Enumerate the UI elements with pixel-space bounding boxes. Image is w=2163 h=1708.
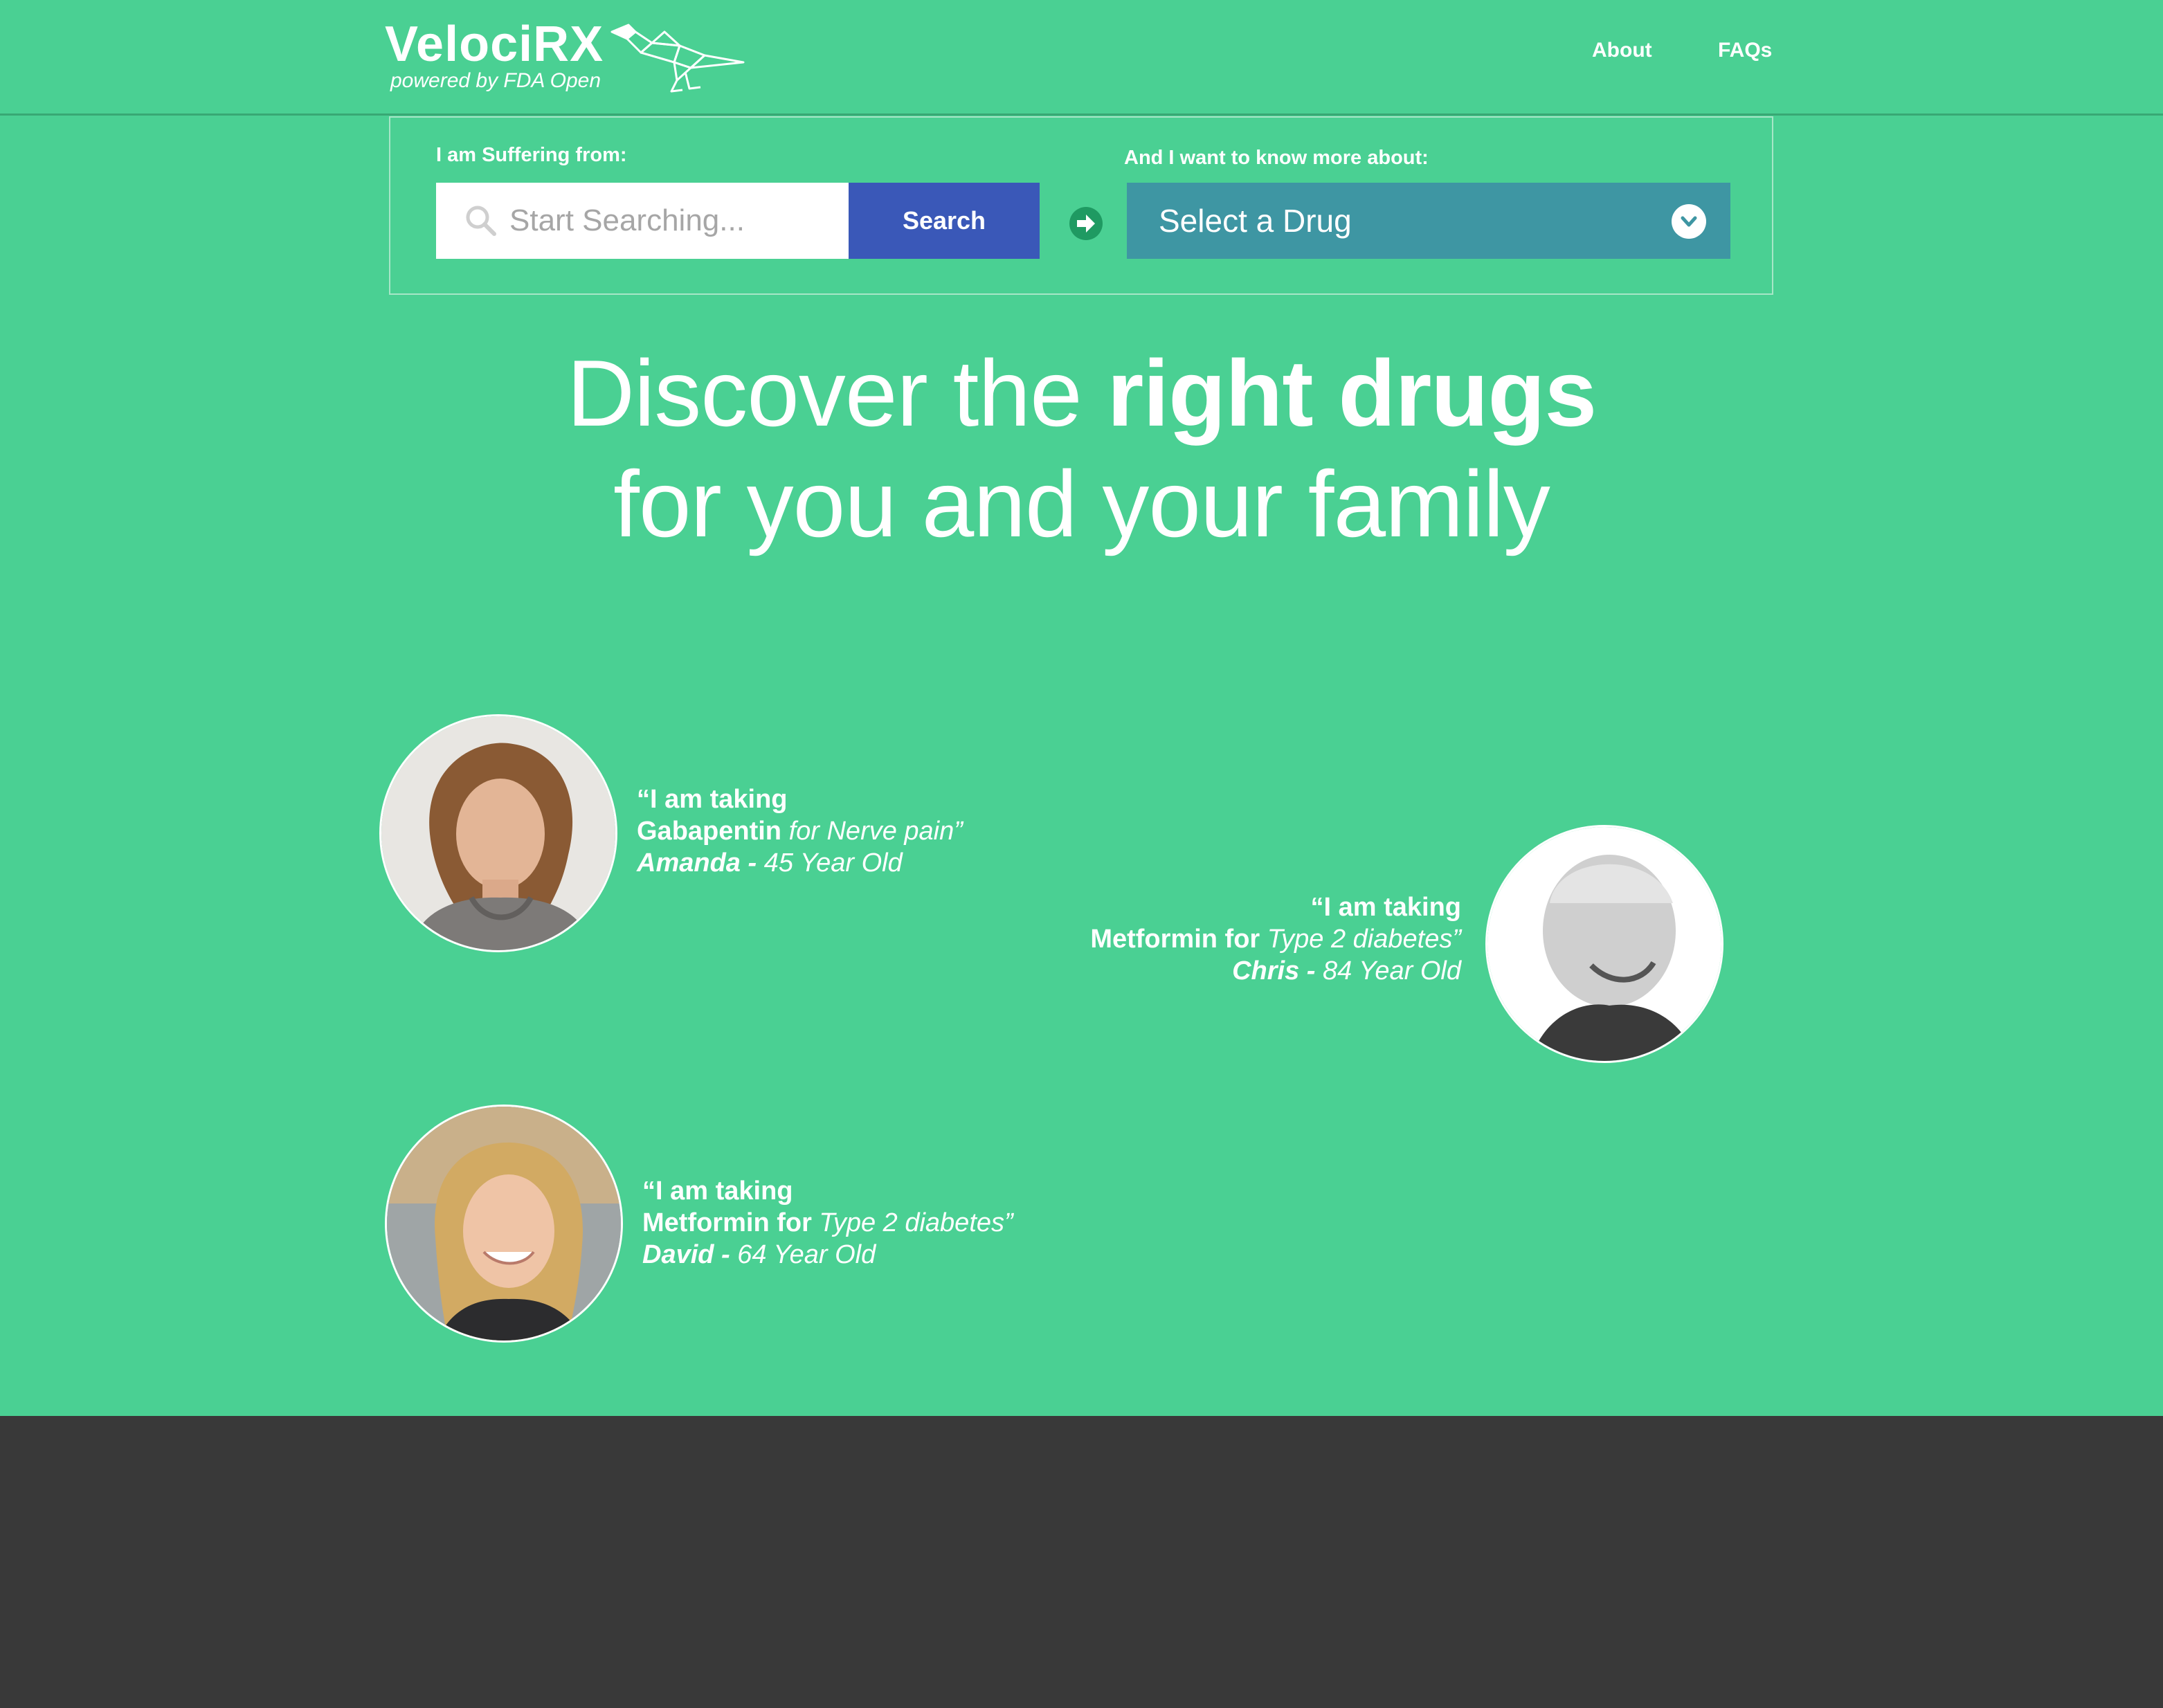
nav-about-link[interactable]: About: [1592, 39, 1652, 62]
drug-select-dropdown[interactable]: Select a Drug: [1127, 183, 1730, 259]
testimonial-avatar-amanda: [379, 714, 617, 952]
person-age: 45 Year Old: [757, 848, 903, 878]
drug-name: Metformin for: [642, 1208, 812, 1237]
site-header: VelociRX powered by FDA Open About FAQs: [0, 0, 2163, 116]
testimonial-quote-chris: “I am taking Metformin for Type 2 diabet…: [1090, 893, 1461, 985]
condition-text: for Nerve pain”: [781, 817, 963, 846]
page-footer: [0, 1416, 2163, 1708]
avatar-elderly-man-icon: [1487, 827, 1721, 1061]
person-name: Amanda -: [637, 848, 757, 878]
person-name: David -: [642, 1240, 730, 1269]
brand-tagline: powered by FDA Open: [390, 69, 601, 92]
testimonial-avatar-david: [385, 1105, 623, 1343]
suffering-from-label: I am Suffering from:: [436, 144, 627, 166]
search-button[interactable]: Search: [849, 183, 1040, 259]
testimonial-quote-amanda: “I am taking Gabapentin for Nerve pain” …: [637, 785, 963, 878]
brand-logo[interactable]: VelociRX powered by FDA Open: [385, 17, 604, 93]
person-age: 84 Year Old: [1315, 956, 1461, 985]
testimonial-avatar-chris: [1485, 825, 1723, 1063]
drug-name: Metformin for: [1090, 925, 1260, 954]
person-age: 64 Year Old: [730, 1240, 876, 1269]
search-icon: [466, 206, 496, 236]
chevron-down-icon: [1672, 204, 1706, 239]
search-field[interactable]: [436, 183, 849, 259]
condition-text: Type 2 diabetes”: [1260, 925, 1461, 954]
condition-text: Type 2 diabetes”: [811, 1208, 1013, 1237]
drug-name: Gabapentin: [637, 817, 782, 846]
avatar-woman-blonde-icon: [387, 1107, 621, 1341]
hero-line-2: for you and your family: [613, 451, 1550, 556]
testimonial-quote-david: “I am taking Metformin for Type 2 diabet…: [642, 1176, 1013, 1269]
brand-name: VelociRX: [385, 17, 604, 72]
hero-emphasis: right drugs: [1107, 340, 1597, 446]
hero-line-1: Discover the right drugs: [566, 340, 1597, 446]
person-name: Chris -: [1232, 956, 1316, 985]
drug-select-value: Select a Drug: [1159, 203, 1352, 239]
arrow-right-icon: [1069, 207, 1103, 240]
velociraptor-logo-icon: [610, 24, 745, 93]
avatar-woman-curly-hair-icon: [381, 716, 615, 950]
condition-search-input[interactable]: [509, 183, 842, 259]
know-more-label: And I want to know more about:: [1124, 147, 1429, 169]
nav-faqs-link[interactable]: FAQs: [1718, 39, 1772, 62]
hero-heading: Discover the right drugs for you and you…: [0, 338, 2163, 559]
